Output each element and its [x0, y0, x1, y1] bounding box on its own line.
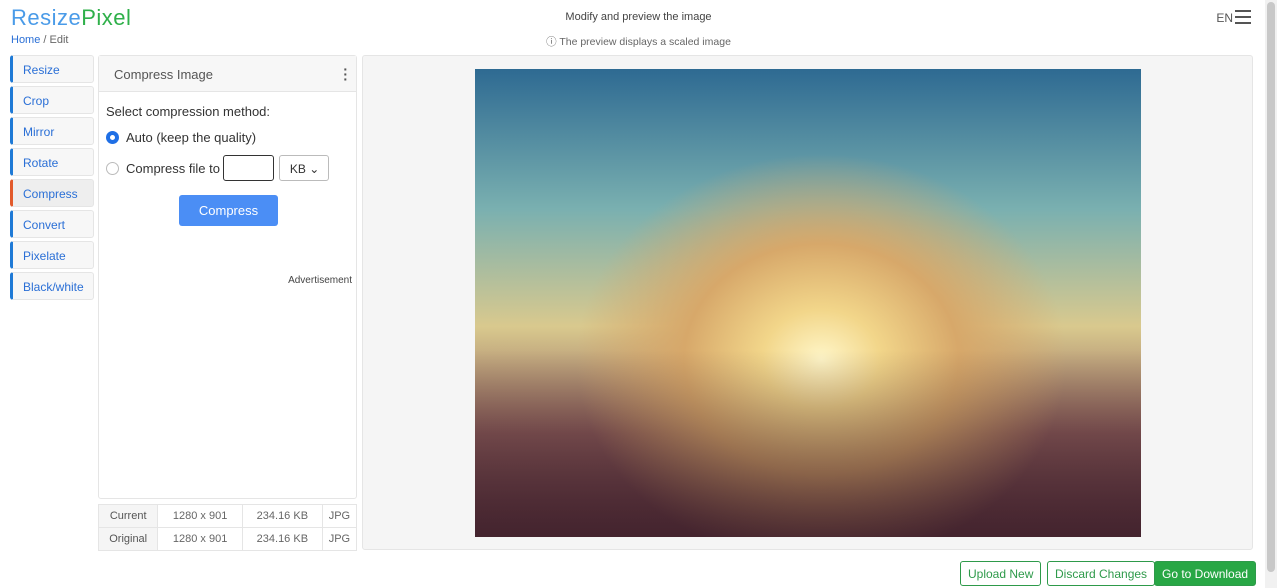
sidebar-item-pixelate[interactable]: Pixelate [10, 241, 94, 269]
compress-button[interactable]: Compress [179, 195, 278, 226]
unit-select[interactable]: KB ⌄ [278, 155, 329, 181]
sidebar-item-mirror[interactable]: Mirror [10, 117, 94, 145]
table-row: Current 1280 x 901 234.16 KB JPG [97, 504, 358, 528]
method-label: Select compression method: [106, 104, 271, 119]
sidebar-item-crop[interactable]: Crop [10, 86, 94, 114]
page-subtitle: ⓘ The preview displays a scaled image [546, 36, 731, 48]
sidebar: Resize Crop Mirror Rotate Compress Conve… [10, 55, 94, 303]
sidebar-item-compress[interactable]: Compress [10, 179, 94, 207]
sidebar-item-convert[interactable]: Convert [10, 210, 94, 238]
option-file-size[interactable]: Compress file to KB ⌄ [106, 155, 329, 181]
radio-file-size[interactable] [106, 161, 119, 175]
language-selector[interactable]: EN [1216, 11, 1233, 25]
upload-new-button[interactable]: Upload New [960, 561, 1042, 586]
table-row: Original 1280 x 901 234.16 KB JPG [97, 527, 358, 551]
preview-image [475, 69, 1141, 537]
image-info-table: Current 1280 x 901 234.16 KB JPG Original 12… [97, 504, 358, 551]
sidebar-item-resize[interactable]: Resize [10, 55, 94, 83]
preview-area [362, 55, 1253, 550]
sidebar-item-black-white[interactable]: Black/white [10, 272, 94, 300]
option-auto[interactable]: Auto (keep the quality) [106, 130, 256, 145]
panel-title: Compress Image [114, 67, 213, 82]
sidebar-item-rotate[interactable]: Rotate [10, 148, 94, 176]
page-title: Modify and preview the image [565, 11, 712, 23]
discard-changes-button[interactable]: Discard Changes [1047, 561, 1156, 586]
go-to-download-button[interactable]: Go to Download [1154, 561, 1257, 586]
hamburger-menu-icon[interactable] [1235, 10, 1251, 28]
advertisement-label: Advertisement [288, 275, 352, 286]
size-input[interactable] [222, 155, 274, 181]
more-options-icon[interactable]: · · · [343, 62, 348, 86]
compress-panel: Compress Image · · · Select compression met… [98, 55, 357, 499]
radio-auto[interactable] [106, 131, 119, 144]
scrollbar[interactable] [1265, 0, 1277, 588]
